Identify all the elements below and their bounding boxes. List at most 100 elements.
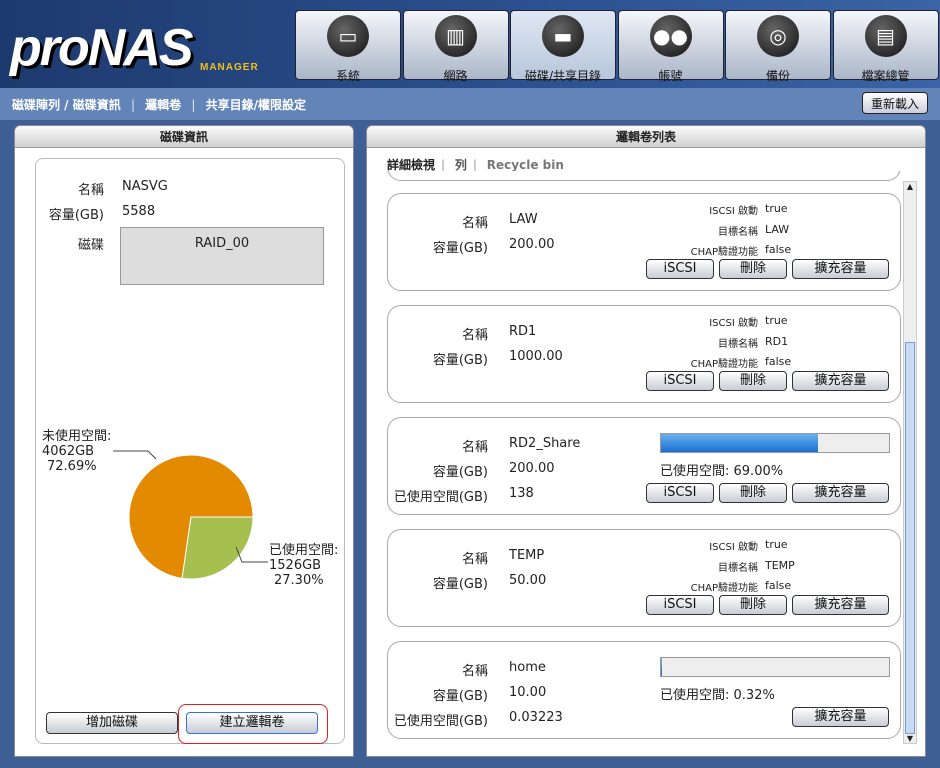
name-label: 名稱 xyxy=(77,183,104,198)
nav-tab-label: 帳號 xyxy=(658,69,683,83)
target-name-label: 目標名稱 xyxy=(718,227,758,238)
tab-detail-view[interactable]: 詳細檢視 xyxy=(387,158,435,172)
usage-percent: 已使用空間: 69.00% xyxy=(660,464,784,479)
used-label: 已使用空間(GB) xyxy=(393,490,488,505)
nav-tab-3[interactable]: ●● 帳號 xyxy=(617,10,724,83)
subnav-disk-info[interactable]: 磁碟陣列 / 磁碟資訊 xyxy=(12,98,121,112)
tab-list[interactable]: 列 xyxy=(455,158,467,172)
capacity-label: 容量(GB) xyxy=(432,689,488,704)
name-label: 名稱 xyxy=(461,328,488,343)
volume-list: 名稱 LAW 容量(GB) 200.00 ISCSI 啟動 true 目標名稱 L… xyxy=(387,171,902,743)
nav-tab-4[interactable]: ◎ 備份 xyxy=(725,10,831,83)
expand-button[interactable]: 擴充容量 xyxy=(792,371,889,391)
used-legend: 已使用空間: 1526GB 27.30% xyxy=(269,543,338,588)
expand-button[interactable]: 擴充容量 xyxy=(792,259,889,279)
iscsi-button[interactable]: iSCSI xyxy=(646,371,714,391)
tab-recycle-bin[interactable]: Recycle bin xyxy=(487,158,564,172)
volume-capacity: 200.00 xyxy=(509,461,555,476)
scrollbar[interactable]: ▲ ▼ xyxy=(903,181,917,744)
target-name-value: LAW xyxy=(765,223,790,236)
name-label: 名稱 xyxy=(461,552,488,567)
volume-name: home xyxy=(509,660,546,675)
nav-tab-label: 備份 xyxy=(765,69,790,83)
capacity-label: 容量(GB) xyxy=(432,353,488,368)
pie-slice-used xyxy=(181,516,254,580)
free-pct: 72.69% xyxy=(47,459,97,474)
subnav-shares[interactable]: 共享目錄/權限設定 xyxy=(206,98,306,112)
volume-card: 名稱 RD2_Share 容量(GB) 200.00 已使用空間(GB) 138 … xyxy=(387,417,901,515)
volume-capacity: 50.00 xyxy=(509,573,547,588)
used-label: 已使用空間: xyxy=(269,543,339,558)
capacity-label: 容量(GB) xyxy=(48,208,104,223)
target-name-label: 目標名稱 xyxy=(718,339,758,350)
volume-used: 138 xyxy=(509,486,534,501)
used-pct: 27.30% xyxy=(274,573,324,588)
used-label: 已使用空間(GB) xyxy=(393,714,488,729)
usage-progress-bar xyxy=(660,657,890,677)
delete-button[interactable]: 刪除 xyxy=(719,259,787,279)
volume-name: RD1 xyxy=(509,324,537,339)
iscsi-enabled-value: true xyxy=(765,314,788,327)
iscsi-button[interactable]: iSCSI xyxy=(646,259,714,279)
disk-info-panel: 磁碟資訊 名稱 NASVG 容量(GB) 5588 磁碟 RAID_00 未使用… xyxy=(14,125,354,757)
subnav-volumes[interactable]: 邏輯卷 xyxy=(145,98,181,112)
users-icon: ●● xyxy=(649,15,692,57)
nav-tab-label: 磁碟/共享目錄 xyxy=(524,69,602,83)
disk-icon: ▬ xyxy=(542,15,584,57)
volume-card-partial xyxy=(387,171,901,181)
computer-icon: ▭ xyxy=(327,15,369,57)
add-disk-button[interactable]: 增加磁碟 xyxy=(46,712,178,734)
chap-label: CHAP驗證功能 xyxy=(690,359,758,370)
nav-tab-label: 檔案總管 xyxy=(861,69,910,83)
delete-button[interactable]: 刪除 xyxy=(719,483,787,503)
nav-tab-5[interactable]: ▤ 檔案總管 xyxy=(832,10,939,83)
volume-capacity: 1000.00 xyxy=(509,349,563,364)
nav-tab-2[interactable]: ▬ 磁碟/共享目錄 xyxy=(510,10,616,83)
name-label: 名稱 xyxy=(461,440,488,455)
expand-button[interactable]: 擴充容量 xyxy=(792,483,889,503)
iscsi-enabled-value: true xyxy=(765,202,788,215)
disk-list[interactable]: RAID_00 xyxy=(120,227,324,285)
nav-tab-0[interactable]: ▭ 系統 xyxy=(295,10,401,83)
reload-button[interactable]: 重新載入 xyxy=(861,92,928,114)
panel-title: 邏輯卷列表 xyxy=(367,126,925,148)
target-name-value: RD1 xyxy=(765,335,789,348)
target-name-value: TEMP xyxy=(765,559,795,572)
free-legend: 未使用空間: 4062GB 72.69% xyxy=(42,429,111,474)
logo-subtitle: MANAGER xyxy=(200,62,259,73)
usage-percent: 已使用空間: 0.32% xyxy=(660,688,775,703)
chap-value: false xyxy=(765,579,792,592)
network-icon: ▥ xyxy=(434,15,477,57)
volume-used: 0.03223 xyxy=(509,710,563,725)
chap-value: false xyxy=(765,243,792,256)
volume-name: TEMP xyxy=(509,548,545,563)
capacity-value: 5588 xyxy=(122,204,156,219)
name-label: 名稱 xyxy=(461,664,488,679)
iscsi-enabled-label: ISCSI 啟動 xyxy=(709,206,758,217)
iscsi-button[interactable]: iSCSI xyxy=(646,595,714,615)
volume-list-panel: 邏輯卷列表 詳細檢視 | 列 | Recycle bin 名稱 LAW 容量(GB)… xyxy=(366,125,926,757)
volume-card: 名稱 home 容量(GB) 10.00 已使用空間(GB) 0.03223 已使… xyxy=(387,641,901,739)
logo: proNAS xyxy=(10,19,194,77)
expand-button[interactable]: 擴充容量 xyxy=(792,707,889,727)
backup-icon: ◎ xyxy=(757,15,799,57)
name-value: NASVG xyxy=(122,179,168,194)
name-label: 名稱 xyxy=(461,216,488,231)
expand-button[interactable]: 擴充容量 xyxy=(792,595,889,615)
scrollbar-thumb[interactable] xyxy=(905,342,915,734)
nav-tab-label: 系統 xyxy=(335,69,360,83)
nav-tab-1[interactable]: ▥ 網路 xyxy=(402,10,509,83)
free-label: 未使用空間: xyxy=(42,429,112,444)
iscsi-button[interactable]: iSCSI xyxy=(646,483,714,503)
usage-progress-bar xyxy=(660,433,890,453)
iscsi-enabled-label: ISCSI 啟動 xyxy=(709,542,758,553)
volume-card: 名稱 LAW 容量(GB) 200.00 ISCSI 啟動 true 目標名稱 L… xyxy=(387,193,901,291)
target-name-label: 目標名稱 xyxy=(718,563,758,574)
delete-button[interactable]: 刪除 xyxy=(719,595,787,615)
capacity-label: 容量(GB) xyxy=(432,465,488,480)
create-volume-button[interactable]: 建立邏輯卷 xyxy=(186,712,318,734)
disk-label: 磁碟 xyxy=(77,238,104,253)
delete-button[interactable]: 刪除 xyxy=(719,371,787,391)
chap-label: CHAP驗證功能 xyxy=(690,247,758,258)
volume-name: LAW xyxy=(509,212,538,227)
